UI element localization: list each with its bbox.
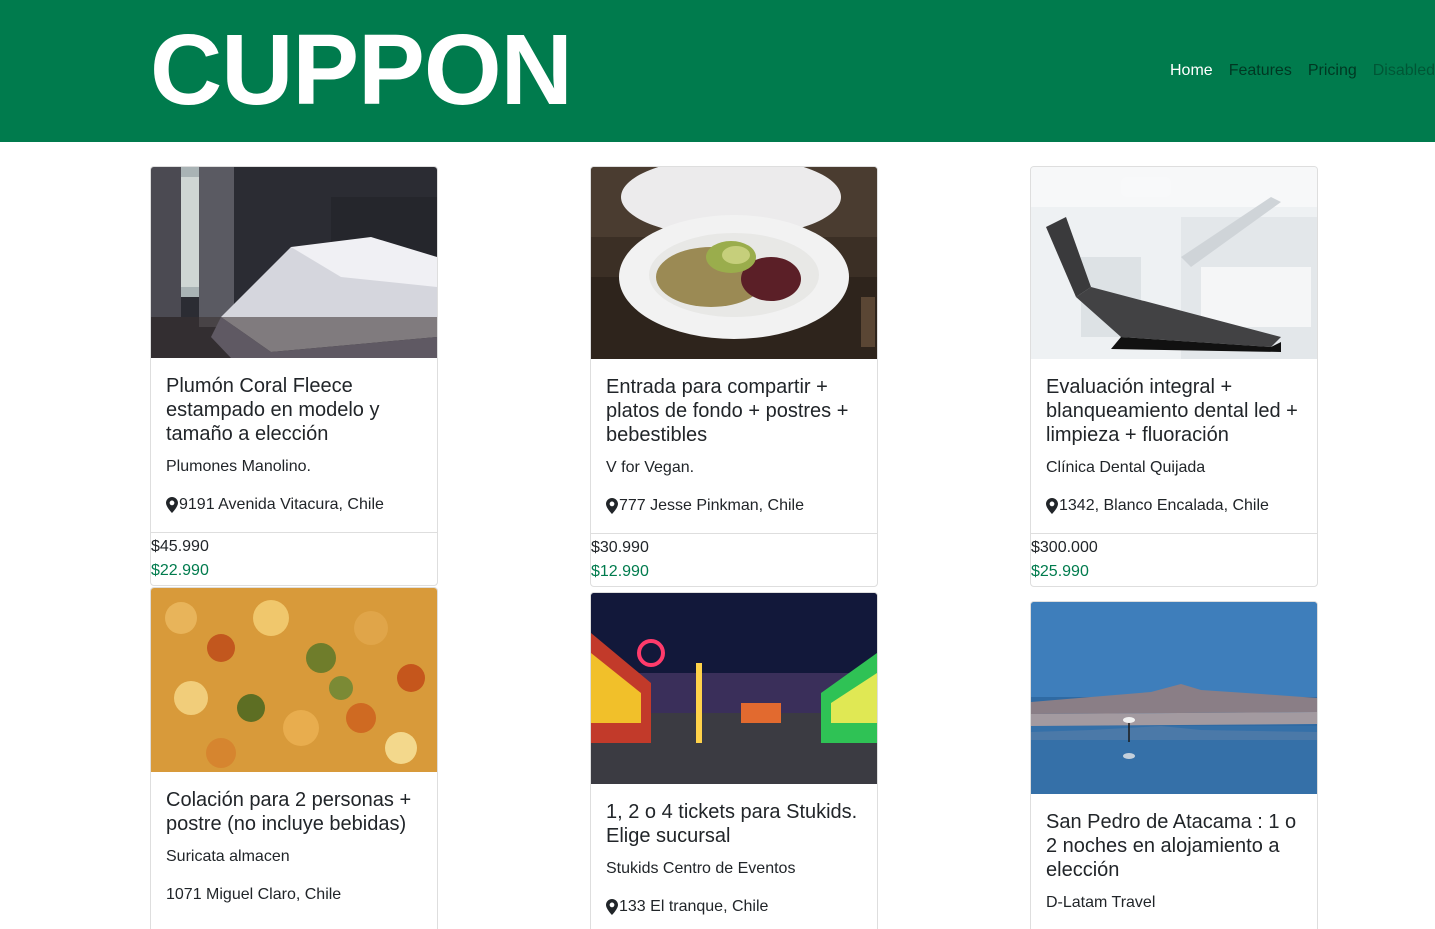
deal-merchant: Clínica Dental Quijada [1046,459,1206,476]
map-pin-icon [606,498,618,514]
deal-location: 1071 Miguel Claro, Chile [166,884,422,906]
deal-card[interactable]: Evaluación integral + blanqueamiento den… [1030,166,1318,587]
deal-image [1031,167,1317,359]
deal-merchant: Plumones Manolino. [166,458,311,475]
deal-merchant: V for Vegan. [606,459,695,476]
deal-image [591,593,877,784]
deal-title: 1, 2 o 4 tickets para Stukids. Elige suc… [606,801,858,847]
deal-image [151,588,437,772]
deal-location: 1342, Blanco Encalada, Chile [1046,495,1302,517]
deal-location-text: 1071 Miguel Claro, Chile [166,886,342,903]
deal-title: Entrada para compartir + platos de fondo… [606,376,849,446]
deal-location: 777 Jesse Pinkman, Chile [606,495,862,517]
deal-location: 9191 Avenida Vitacura, Chile [166,494,422,516]
site-header: CUPPON Home Features Pricing Disabled [0,0,1435,142]
deal-location-text: 133 El tranque, Chile [619,898,769,915]
card-body: San Pedro de Atacama : 1 o 2 noches en a… [1031,794,1317,929]
card-body: 1, 2 o 4 tickets para Stukids. Elige suc… [591,784,877,929]
deal-merchant: Suricata almacen [166,848,290,865]
deal-prices: $45.990 $22.990 [151,532,437,585]
deal-prices: $300.000 $25.990 [1031,533,1317,586]
deal-merchant: Stukids Centro de Eventos [606,860,796,877]
discount-price: $22.990 [151,562,209,579]
original-price: $30.990 [591,539,649,556]
deal-title: San Pedro de Atacama : 1 o 2 noches en a… [1046,811,1297,881]
deal-location: 133 El tranque, Chile [606,896,862,918]
nav-pricing-link[interactable]: Pricing [1308,60,1357,82]
deal-card[interactable]: Colación para 2 personas + postre (no in… [150,587,438,929]
nav-features-link[interactable]: Features [1229,60,1292,82]
card-body: Entrada para compartir + platos de fondo… [591,359,877,533]
original-price: $45.990 [151,538,209,555]
card-body: Plumón Coral Fleece estampado en modelo … [151,358,437,532]
deal-card[interactable]: 1, 2 o 4 tickets para Stukids. Elige suc… [590,592,878,929]
map-pin-icon [1046,498,1058,514]
deal-prices: $30.990 $12.990 [591,533,877,586]
deal-image [591,167,877,359]
brand-logo[interactable]: CUPPON [150,14,573,126]
deal-location-text: 1342, Blanco Encalada, Chile [1059,497,1269,514]
deal-card[interactable]: Entrada para compartir + platos de fondo… [590,166,878,587]
nav-disabled-link: Disabled [1372,62,1435,79]
original-price: $300.000 [1031,539,1098,556]
deal-merchant: D-Latam Travel [1046,894,1156,911]
deal-title: Colación para 2 personas + postre (no in… [166,789,412,835]
deal-title: Evaluación integral + blanqueamiento den… [1046,376,1298,446]
discount-price: $12.990 [591,563,649,580]
deal-location-text: 9191 Avenida Vitacura, Chile [179,496,384,513]
deal-location-text: 777 Jesse Pinkman, Chile [619,497,804,514]
nav-home-link[interactable]: Home [1170,60,1213,82]
map-pin-icon [606,899,618,915]
card-body: Colación para 2 personas + postre (no in… [151,772,437,922]
deal-image [151,167,437,358]
deal-card[interactable]: San Pedro de Atacama : 1 o 2 noches en a… [1030,601,1318,929]
main-nav: Home Features Pricing Disabled [1170,60,1435,82]
map-pin-icon [166,497,178,513]
deal-title: Plumón Coral Fleece estampado en modelo … [166,375,380,445]
deal-card[interactable]: Plumón Coral Fleece estampado en modelo … [150,166,438,586]
deal-image [1031,602,1317,794]
discount-price: $25.990 [1031,563,1089,580]
card-body: Evaluación integral + blanqueamiento den… [1031,359,1317,533]
